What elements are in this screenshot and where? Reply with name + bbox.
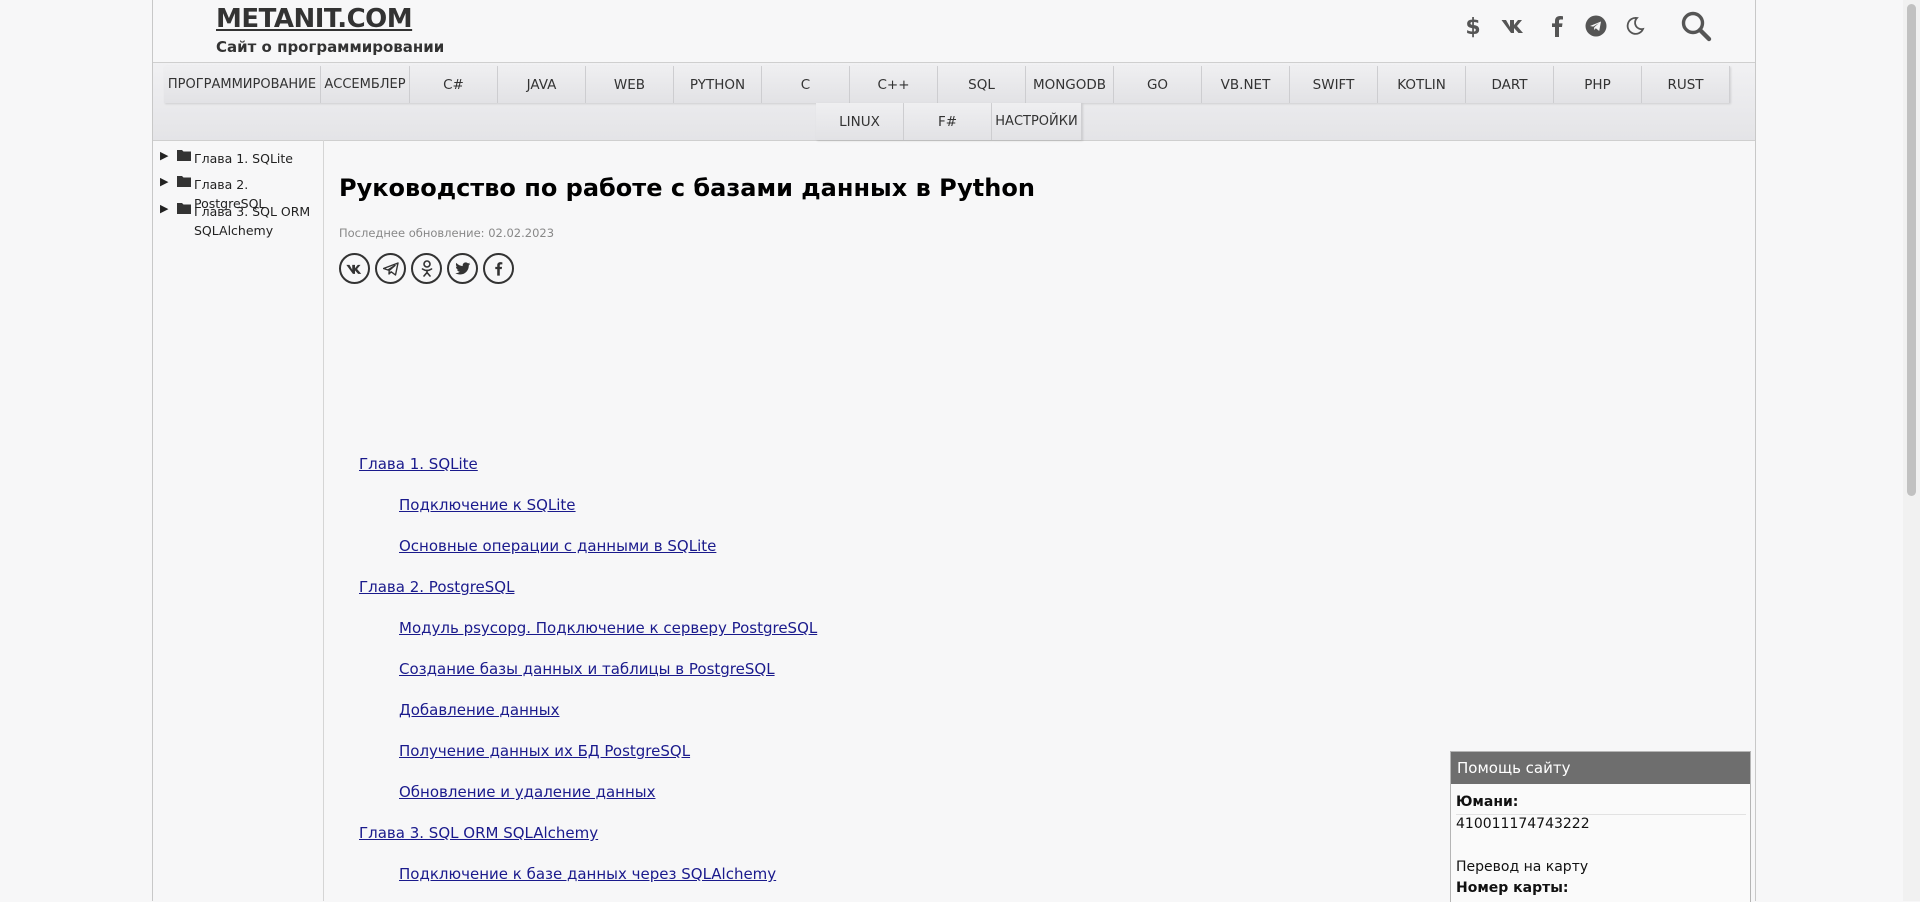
share-twitter-icon[interactable]	[447, 253, 478, 284]
share-odnoklassniki-icon[interactable]	[411, 253, 442, 284]
main-content: Руководство по работе с базами данных в …	[339, 140, 1439, 901]
sidebar-item-label: Глава 3. SQL ORM SQLAlchemy	[194, 204, 311, 238]
nav-item-python[interactable]: PYTHON	[674, 66, 762, 103]
toc-chapter-3-link[interactable]: Глава 3. SQL ORM SQLAlchemy	[359, 824, 598, 842]
share-vk-icon[interactable]	[339, 253, 370, 284]
right-column: Помощь сайту Юмани: 410011174743222 Пере…	[1444, 140, 1755, 902]
nav-item-dart[interactable]: DART	[1466, 66, 1554, 103]
card-transfer-label: Перевод на карту	[1456, 859, 1589, 875]
main-nav: ПРОГРАММИРОВАНИЕ АССЕМБЛЕР C# JAVA WEB P…	[153, 62, 1755, 141]
nav-item-mongodb[interactable]: MONGODB	[1026, 66, 1114, 103]
yumoney-label: Юмани:	[1456, 794, 1519, 810]
share-facebook-icon[interactable]	[483, 253, 514, 284]
divider	[1456, 814, 1746, 815]
nav-item-sql[interactable]: SQL	[938, 66, 1026, 103]
folder-icon	[177, 148, 191, 164]
nav-row-2: LINUX F# НАСТРОЙКИ	[816, 103, 1082, 140]
sidebar-item-label: Глава 1. SQLite	[194, 151, 293, 166]
nav-item-c[interactable]: C	[762, 66, 850, 103]
nav-item-programming[interactable]: ПРОГРАММИРОВАНИЕ	[164, 66, 321, 103]
nav-item-vbnet[interactable]: VB.NET	[1202, 66, 1290, 103]
telegram-icon[interactable]	[1581, 10, 1611, 42]
nav-item-linux[interactable]: LINUX	[816, 103, 904, 140]
expand-arrow-icon[interactable]: ▶	[160, 149, 168, 162]
yumoney-value: 410011174743222	[1456, 816, 1590, 832]
nav-item-cpp[interactable]: C++	[850, 66, 938, 103]
nav-item-fsharp[interactable]: F#	[904, 103, 992, 140]
moon-icon[interactable]	[1620, 10, 1650, 42]
nav-item-web[interactable]: WEB	[586, 66, 674, 103]
page-scrollbar[interactable]	[1903, 0, 1920, 901]
expand-arrow-icon[interactable]: ▶	[160, 175, 168, 188]
folder-icon	[177, 201, 191, 217]
search-icon[interactable]	[1679, 10, 1713, 42]
folder-icon	[177, 174, 191, 190]
toc-link[interactable]: Подключение к SQLite	[399, 496, 576, 514]
toc-link[interactable]: Добавление данных	[399, 701, 559, 719]
toc-link[interactable]: Создание базы данных и таблицы в Postgre…	[399, 660, 775, 678]
share-buttons	[339, 253, 514, 284]
nav-item-kotlin[interactable]: KOTLIN	[1378, 66, 1466, 103]
last-updated: Последнее обновление: 02.02.2023	[339, 226, 555, 240]
nav-row-1: ПРОГРАММИРОВАНИЕ АССЕМБЛЕР C# JAVA WEB P…	[164, 66, 1730, 103]
page-title: Руководство по работе с базами данных в …	[339, 174, 1035, 202]
toc-chapter-1-link[interactable]: Глава 1. SQLite	[359, 455, 478, 473]
help-panel-title: Помощь сайту	[1451, 752, 1750, 784]
nav-item-swift[interactable]: SWIFT	[1290, 66, 1378, 103]
toc-link[interactable]: Подключение к базе данных через SQLAlche…	[399, 865, 776, 883]
facebook-icon[interactable]	[1542, 10, 1572, 42]
scrollbar-thumb[interactable]	[1907, 4, 1916, 496]
card-number-label: Номер карты:	[1456, 880, 1569, 896]
toc-chapter-2-link[interactable]: Глава 2. PostgreSQL	[359, 578, 514, 596]
chapter-sidebar: ▶ Глава 1. SQLite ▶ Глава 2. PostgreSQL …	[153, 140, 324, 901]
nav-item-assembler[interactable]: АССЕМБЛЕР	[321, 66, 410, 103]
toc-link[interactable]: Обновление и удаление данных	[399, 783, 655, 801]
toc-link[interactable]: Модуль psycopg. Подключение к серверу Po…	[399, 619, 817, 637]
svg-text:$: $	[1465, 15, 1480, 38]
toc-link[interactable]: Основные операции с данными в SQLite	[399, 537, 716, 555]
vk-icon[interactable]	[1499, 10, 1529, 42]
nav-item-php[interactable]: PHP	[1554, 66, 1642, 103]
header-icons: $	[153, 10, 1755, 42]
nav-item-go[interactable]: GO	[1114, 66, 1202, 103]
nav-item-csharp[interactable]: C#	[410, 66, 498, 103]
nav-item-java[interactable]: JAVA	[498, 66, 586, 103]
dollar-icon[interactable]: $	[1458, 10, 1488, 42]
nav-item-rust[interactable]: RUST	[1642, 66, 1730, 103]
help-site-panel: Помощь сайту Юмани: 410011174743222 Пере…	[1450, 751, 1751, 902]
toc-link[interactable]: Получение данных их БД PostgreSQL	[399, 742, 690, 760]
share-telegram-icon[interactable]	[375, 253, 406, 284]
nav-item-settings[interactable]: НАСТРОЙКИ	[992, 103, 1082, 140]
site-header: METANIT.COM Сайт о программировании $	[153, 0, 1755, 62]
expand-arrow-icon[interactable]: ▶	[160, 202, 168, 215]
page-container: METANIT.COM Сайт о программировании $ ПР…	[152, 0, 1756, 902]
